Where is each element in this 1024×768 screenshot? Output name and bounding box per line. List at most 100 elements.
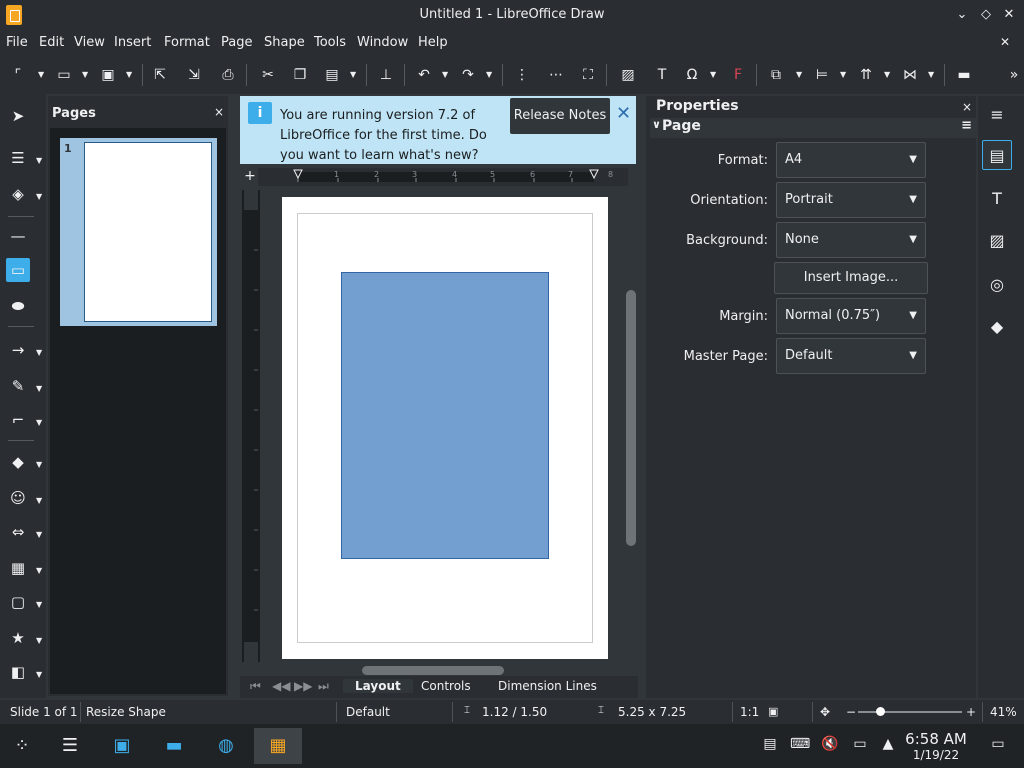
info-bar-close-button[interactable]: ✕ bbox=[616, 104, 634, 124]
vertical-ruler[interactable] bbox=[242, 190, 260, 662]
shadow-icon[interactable]: ▬ bbox=[954, 66, 974, 84]
master-page-select[interactable]: Default ▼ bbox=[776, 338, 926, 374]
block-arrows-icon[interactable]: ⇔ bbox=[6, 520, 30, 544]
browser-icon[interactable]: ◍ bbox=[206, 728, 246, 764]
tab-stop-icon[interactable]: + bbox=[242, 168, 258, 186]
background-select[interactable]: None ▼ bbox=[776, 222, 926, 258]
clone-formatting-icon[interactable]: ⊥ bbox=[376, 66, 396, 84]
chevron-down-icon[interactable]: ▼ bbox=[36, 670, 44, 679]
clock[interactable]: 6:58 AM 1/19/22 bbox=[900, 730, 972, 762]
gallery-icon[interactable]: ▨ bbox=[982, 226, 1012, 256]
show-desktop-icon[interactable]: ▭ bbox=[988, 736, 1008, 756]
distribute-icon[interactable]: ⋈ bbox=[900, 66, 920, 84]
chevron-down-icon[interactable]: ▼ bbox=[36, 566, 44, 575]
symbol-shapes-icon[interactable]: ☺ bbox=[6, 486, 30, 510]
connector-icon[interactable]: ⌐ bbox=[6, 408, 30, 432]
chevron-down-icon[interactable]: ▼ bbox=[38, 68, 46, 82]
rectangle-icon[interactable]: ▭ bbox=[6, 258, 30, 282]
navigator-icon[interactable]: ◎ bbox=[982, 270, 1012, 300]
chevron-down-icon[interactable]: ▼ bbox=[36, 192, 44, 201]
open-icon[interactable]: ▭ bbox=[54, 66, 74, 84]
volume-muted-icon[interactable]: 🔇 bbox=[820, 736, 840, 756]
menu-help[interactable]: Help bbox=[418, 35, 448, 50]
menu-format[interactable]: Format bbox=[164, 35, 210, 50]
insert-image-button[interactable]: Insert Image... bbox=[774, 262, 928, 294]
document-modified-icon[interactable]: ▣ bbox=[768, 705, 778, 718]
print-icon[interactable]: ⎙ bbox=[218, 66, 238, 84]
3d-objects-icon[interactable]: ◧ bbox=[6, 660, 30, 684]
keyboard-icon[interactable]: ⌨ bbox=[790, 736, 810, 756]
last-page-icon[interactable]: ⏭ bbox=[318, 679, 329, 694]
tab-layout[interactable]: Layout bbox=[343, 679, 413, 693]
chevron-down-icon[interactable]: ▼ bbox=[796, 68, 804, 82]
zoom-slider[interactable] bbox=[858, 711, 962, 713]
fontwork-icon[interactable]: F bbox=[728, 66, 748, 84]
margin-select[interactable]: Normal (0.75″) ▼ bbox=[776, 298, 926, 334]
horizontal-scrollbar[interactable] bbox=[362, 666, 504, 675]
zoom-pan-icon[interactable]: ⌜ bbox=[8, 66, 28, 84]
close-document-button[interactable]: ✕ bbox=[1000, 35, 1010, 49]
discover-store-icon[interactable]: ▣ bbox=[102, 728, 142, 764]
stars-icon[interactable]: ★ bbox=[6, 626, 30, 650]
page-section-header[interactable]: ∨ Page ≡ bbox=[650, 118, 976, 138]
chevron-down-icon[interactable]: ▼ bbox=[710, 68, 718, 82]
chevron-down-icon[interactable]: ▼ bbox=[840, 68, 848, 82]
page-thumbnail[interactable]: 1 bbox=[60, 138, 217, 326]
chevron-down-icon[interactable]: ▼ bbox=[36, 384, 44, 393]
format-select[interactable]: A4 ▼ bbox=[776, 142, 926, 178]
align-icon[interactable]: ⊨ bbox=[812, 66, 832, 84]
chevron-down-icon[interactable]: ▼ bbox=[442, 68, 450, 82]
properties-icon[interactable]: ▤ bbox=[982, 140, 1012, 170]
zoom-page-icon[interactable]: ⛶ bbox=[578, 66, 598, 84]
next-page-icon[interactable]: ▶▶ bbox=[294, 679, 312, 693]
rectangle-shape[interactable] bbox=[341, 272, 549, 559]
save-icon[interactable]: ▣ bbox=[98, 66, 118, 84]
chevron-down-icon[interactable]: ▼ bbox=[36, 460, 44, 469]
menu-insert[interactable]: Insert bbox=[114, 35, 151, 50]
first-page-icon[interactable]: ⏮ bbox=[250, 679, 261, 694]
horizontal-ruler[interactable]: 1 2 3 4 5 6 7 8 bbox=[258, 168, 628, 186]
system-settings-icon[interactable]: ☰ bbox=[50, 728, 90, 764]
selection-mode-icon[interactable]: ✥ bbox=[820, 705, 830, 719]
chevron-down-icon[interactable]: ▼ bbox=[126, 68, 134, 82]
menu-page[interactable]: Page bbox=[221, 35, 252, 50]
libreoffice-draw-task[interactable]: ▦ bbox=[254, 728, 302, 764]
redo-icon[interactable]: ↷ bbox=[458, 66, 478, 84]
section-menu-icon[interactable]: ≡ bbox=[961, 118, 972, 133]
chevron-down-icon[interactable]: ▼ bbox=[36, 496, 44, 505]
line-icon[interactable]: — bbox=[6, 224, 30, 248]
insert-textbox-icon[interactable]: T bbox=[652, 66, 672, 84]
chevron-down-icon[interactable]: ▼ bbox=[928, 68, 936, 82]
export-icon[interactable]: ⇱ bbox=[150, 66, 170, 84]
chevron-down-icon[interactable]: ▼ bbox=[884, 68, 892, 82]
line-color-icon[interactable]: ☰ bbox=[6, 146, 30, 170]
network-icon[interactable]: ▭ bbox=[850, 736, 870, 756]
chevron-down-icon[interactable]: ▼ bbox=[36, 348, 44, 357]
maximize-button[interactable]: ◇ bbox=[977, 6, 995, 24]
ellipse-icon[interactable]: ⬬ bbox=[6, 294, 30, 318]
menu-edit[interactable]: Edit bbox=[39, 35, 64, 50]
menu-tools[interactable]: Tools bbox=[314, 35, 346, 50]
callouts-icon[interactable]: ▢ bbox=[6, 590, 30, 614]
zoom-percentage[interactable]: 41% bbox=[990, 705, 1017, 719]
minimize-button[interactable]: ⌄ bbox=[953, 6, 971, 24]
zoom-out-button[interactable]: − bbox=[846, 705, 856, 719]
release-notes-button[interactable]: Release Notes bbox=[510, 98, 610, 134]
scale-readout[interactable]: 1:1 bbox=[740, 705, 759, 719]
pages-panel-close-button[interactable]: × bbox=[214, 105, 224, 119]
shapes-icon[interactable]: ◆ bbox=[982, 312, 1012, 342]
close-window-button[interactable]: ✕ bbox=[1000, 6, 1018, 24]
sidebar-menu-icon[interactable]: ≡ bbox=[982, 100, 1012, 130]
export-pdf-icon[interactable]: ⇲ bbox=[184, 66, 204, 84]
tab-dimension-lines[interactable]: Dimension Lines bbox=[498, 679, 597, 693]
zoom-in-button[interactable]: + bbox=[966, 705, 976, 719]
chevron-down-icon[interactable]: ▼ bbox=[36, 530, 44, 539]
more-tools-icon[interactable]: » bbox=[1004, 66, 1024, 84]
select-icon[interactable]: ➤ bbox=[6, 104, 30, 128]
menu-window[interactable]: Window bbox=[357, 35, 408, 50]
paste-icon[interactable]: ▤ bbox=[322, 66, 342, 84]
menu-shape[interactable]: Shape bbox=[264, 35, 305, 50]
cut-icon[interactable]: ✂ bbox=[258, 66, 278, 84]
previous-page-icon[interactable]: ◀◀ bbox=[272, 679, 290, 693]
clipboard-icon[interactable]: ▤ bbox=[760, 736, 780, 756]
